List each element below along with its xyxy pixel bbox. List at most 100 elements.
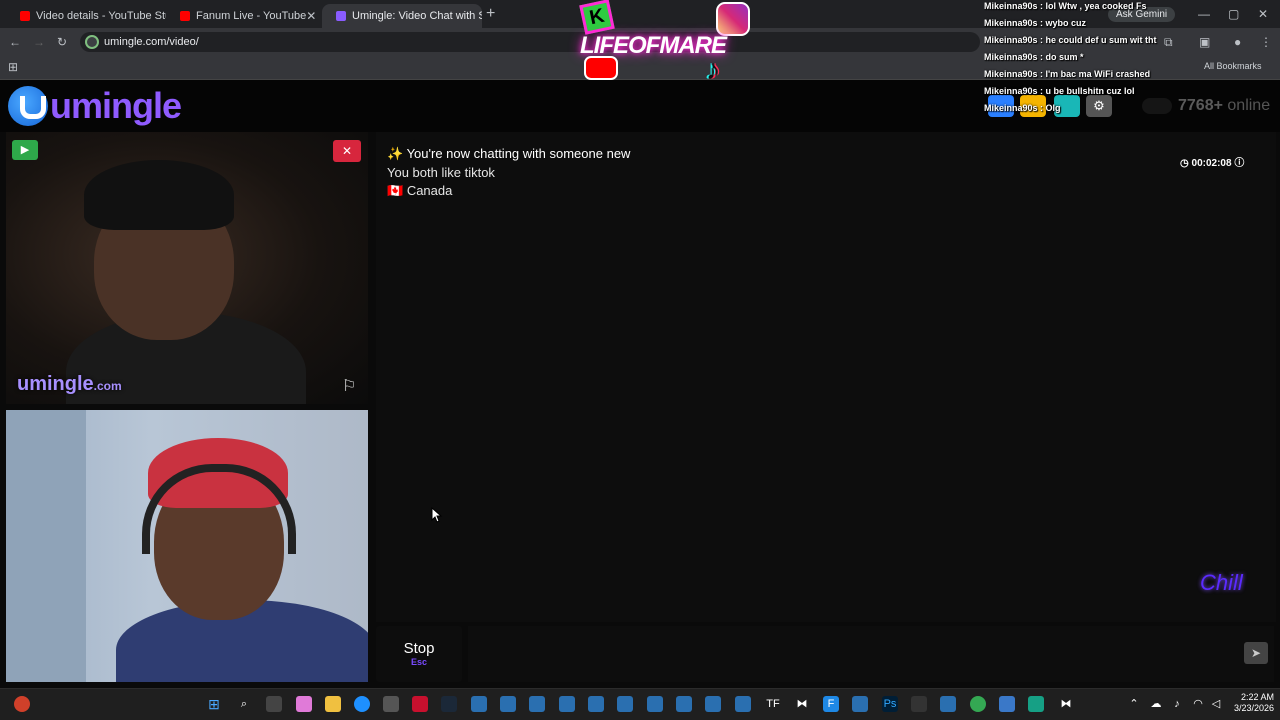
stream-logo-overlay: K LIFEOFMARE ♪: [578, 0, 756, 96]
microphone-icon[interactable]: ♪: [1169, 696, 1185, 712]
report-flag-icon[interactable]: ⚐: [342, 376, 356, 396]
mouse-cursor-icon: [431, 507, 443, 523]
youtube-icon: [180, 11, 190, 21]
app-icon[interactable]: [911, 696, 927, 712]
watermark-text: umingle: [17, 373, 94, 395]
system-message-intro: ✨ You're now chatting with someone new: [387, 146, 630, 162]
chat-line: Mikeinna90s : wybo cuz: [984, 18, 1087, 28]
url-bar[interactable]: umingle.com/video/: [80, 32, 980, 52]
app-window-icon[interactable]: [676, 696, 692, 712]
logo-text: umingle: [50, 85, 182, 126]
chat-line: Mikeinna90s : Olg: [984, 103, 1061, 113]
tab-youtube-studio[interactable]: Video details - YouTube Studio ✕: [6, 4, 166, 28]
app-window-icon[interactable]: [471, 696, 487, 712]
common-interest-message: You both like tiktok: [387, 165, 495, 180]
wifi-icon[interactable]: ◠: [1190, 696, 1206, 712]
app-window-icon[interactable]: [735, 696, 751, 712]
file-explorer-icon[interactable]: [325, 696, 341, 712]
umingle-logo[interactable]: umingle: [8, 85, 182, 127]
app-window-icon[interactable]: [559, 696, 575, 712]
capcut-icon[interactable]: ⧓: [1058, 696, 1074, 712]
windows-taskbar: [0, 688, 1280, 720]
tab-title: Umingle: Video Chat with S: [352, 10, 482, 22]
app-window-icon[interactable]: [705, 696, 721, 712]
watermark-tld: .com: [93, 379, 122, 393]
umingle-logo-icon: [8, 86, 48, 126]
video-watermark: umingle.com: [17, 373, 122, 396]
clock-date: 3/23/2026: [1233, 703, 1274, 713]
chat-panel: [376, 132, 1276, 622]
reload-icon[interactable]: ↻: [57, 35, 67, 49]
chrome-icon[interactable]: [970, 696, 986, 712]
stop-button[interactable]: Stop Esc: [376, 626, 462, 682]
app-window-icon[interactable]: [617, 696, 633, 712]
profile-avatar-icon[interactable]: ●: [1234, 35, 1241, 49]
site-info-icon[interactable]: [85, 35, 99, 49]
volume-icon[interactable]: ◁: [1208, 696, 1224, 712]
app-window-icon[interactable]: [647, 696, 663, 712]
kick-icon: K: [579, 0, 615, 35]
capcut-icon[interactable]: ⧓: [794, 696, 810, 712]
app-icon[interactable]: [1028, 696, 1044, 712]
app-window-icon[interactable]: [500, 696, 516, 712]
intro-text: You're now chatting with someone new: [406, 146, 631, 161]
app-window-icon[interactable]: [529, 696, 545, 712]
chat-line: Mikeinna90s : he could def u sum wit tht: [984, 35, 1157, 45]
system-clock[interactable]: 2:22 AM 3/23/2026: [1226, 692, 1274, 714]
beanie: [84, 160, 234, 230]
chat-line: Mikeinna90s : u be bullshitn cuz lol: [984, 86, 1135, 96]
canada-flag-icon: 🇨🇦: [387, 183, 404, 198]
minimize-icon[interactable]: —: [1198, 7, 1210, 21]
photoshop-icon[interactable]: Ps: [882, 696, 898, 712]
app-window-icon[interactable]: [588, 696, 604, 712]
apps-grid-icon[interactable]: ⊞: [8, 60, 18, 74]
chill-logo: Chill: [1200, 570, 1243, 595]
maximize-icon[interactable]: ▢: [1228, 7, 1239, 21]
app-window-icon[interactable]: [999, 696, 1015, 712]
app-icon[interactable]: [14, 696, 30, 712]
new-tab-icon[interactable]: +: [486, 5, 495, 23]
mcafee-icon[interactable]: [412, 696, 428, 712]
chat-timer: ◷ 00:02:08 ⓘ: [1180, 154, 1244, 169]
windows-start-icon[interactable]: ⊞: [206, 696, 222, 712]
app-window-icon[interactable]: [940, 696, 956, 712]
clock-time: 2:22 AM: [1240, 692, 1274, 702]
youtube-icon: [20, 11, 30, 21]
sparkles-icon: ✨: [387, 146, 404, 161]
task-view-icon[interactable]: [266, 696, 282, 712]
remote-video: [6, 132, 368, 404]
send-icon[interactable]: ➤: [1244, 642, 1268, 664]
app-f-icon[interactable]: F: [823, 696, 839, 712]
mute-icon[interactable]: ✕: [333, 140, 361, 162]
cloud-icon[interactable]: ☁: [1148, 696, 1164, 712]
tab-title: Video details - YouTube Studio: [36, 10, 166, 22]
window-close-icon[interactable]: ✕: [1258, 7, 1268, 21]
search-icon[interactable]: ⌕: [236, 696, 252, 712]
menu-icon[interactable]: ⋮: [1260, 35, 1272, 49]
all-bookmarks-button[interactable]: All Bookmarks: [1204, 61, 1262, 71]
edge-icon[interactable]: [354, 696, 370, 712]
tab-umingle[interactable]: Umingle: Video Chat with S ✕: [322, 4, 482, 28]
play-icon[interactable]: ▶: [12, 140, 38, 160]
instagram-icon: [716, 2, 750, 36]
tab-fanum-live[interactable]: Fanum Live - YouTube ✕: [166, 4, 322, 28]
chat-line: Mikeinna90s : I'm bac ma WiFi crashed: [984, 69, 1151, 79]
sidepanel-icon[interactable]: ▣: [1199, 35, 1210, 49]
back-icon[interactable]: ←: [9, 35, 21, 49]
chat-line: Mikeinna90s : do sum *: [984, 52, 1084, 62]
message-input[interactable]: [468, 626, 1274, 682]
copilot-icon[interactable]: [296, 696, 312, 712]
forward-icon[interactable]: →: [33, 35, 45, 49]
chat-line: Mikeinna90s : lol Wtw , yea cooked Fs: [984, 1, 1147, 11]
country-message: 🇨🇦 Canada: [387, 183, 452, 199]
store-icon[interactable]: [383, 696, 399, 712]
tf-icon[interactable]: TF: [765, 696, 781, 712]
info-icon[interactable]: ⓘ: [1234, 158, 1244, 169]
show-hidden-icons[interactable]: ⌃: [1126, 696, 1142, 712]
country-name: Canada: [406, 183, 453, 198]
stop-label: Stop: [403, 640, 435, 657]
steam-icon[interactable]: [441, 696, 457, 712]
close-icon[interactable]: ✕: [306, 9, 316, 23]
app-window-icon[interactable]: [852, 696, 868, 712]
stream-chat-overlay: Mikeinna90s : lol Wtw , yea cooked Fs Mi…: [984, 0, 1184, 119]
